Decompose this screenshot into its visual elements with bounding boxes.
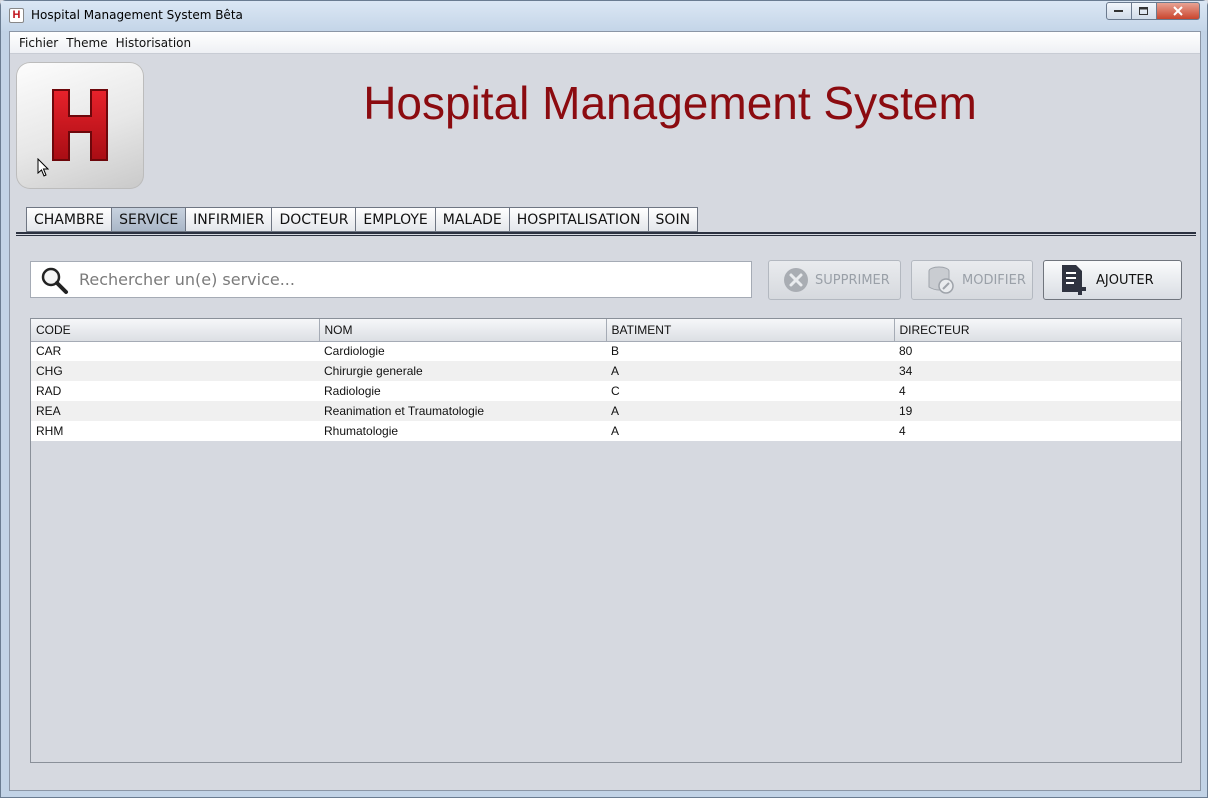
- minimize-icon: [1114, 10, 1123, 12]
- client-area: Fichier Theme Historisation Hospital Manag…: [9, 31, 1201, 791]
- page-title: Hospital Management System: [363, 77, 977, 129]
- table-row[interactable]: CAR Cardiologie B 80: [31, 341, 1181, 361]
- close-button[interactable]: [1157, 2, 1200, 20]
- table-header-row: CODE NOM BATIMENT DIRECTEUR: [31, 319, 1182, 342]
- table-cell: 80: [894, 341, 1181, 361]
- table-row[interactable]: CHG Chirurgie generale A 34: [31, 361, 1181, 381]
- column-header-batiment[interactable]: BATIMENT: [606, 319, 895, 342]
- column-header-code[interactable]: CODE: [31, 319, 320, 342]
- mouse-cursor-icon: [37, 158, 49, 177]
- tab-chambre[interactable]: CHAMBRE: [26, 207, 112, 232]
- menu-item-theme[interactable]: Theme: [66, 36, 107, 50]
- tab-soin[interactable]: SOIN: [647, 207, 699, 232]
- table-cell: A: [606, 421, 894, 441]
- tab-service[interactable]: SERVICE: [111, 207, 186, 232]
- maximize-button[interactable]: [1132, 2, 1157, 20]
- maximize-icon: [1139, 6, 1148, 15]
- table-cell: 34: [894, 361, 1181, 381]
- window-controls: [1106, 2, 1200, 20]
- table-cell: 4: [894, 381, 1181, 401]
- edit-button[interactable]: MODIFIER: [911, 260, 1033, 300]
- table-cell: Reanimation et Traumatologie: [319, 401, 606, 421]
- tab-bar: CHAMBRE SERVICE INFIRMIER DOCTEUR EMPLOYE MAL…: [26, 207, 699, 232]
- close-icon: [1173, 6, 1183, 16]
- search-input[interactable]: [79, 270, 719, 289]
- column-header-nom[interactable]: NOM: [319, 319, 607, 342]
- table-cell: CAR: [31, 341, 319, 361]
- table-cell: CHG: [31, 361, 319, 381]
- search-box[interactable]: [30, 261, 752, 298]
- hospital-logo: [16, 62, 144, 189]
- menu-item-historisation[interactable]: Historisation: [116, 36, 192, 50]
- edit-button-label: MODIFIER: [962, 272, 1026, 288]
- tab-separator: [16, 232, 1196, 236]
- table-cell: REA: [31, 401, 319, 421]
- table-cell: 4: [894, 421, 1181, 441]
- search-icon: [41, 267, 68, 294]
- add-document-icon: [1062, 265, 1086, 295]
- add-button-label: AJOUTER: [1096, 272, 1154, 288]
- add-button[interactable]: AJOUTER: [1043, 260, 1182, 300]
- table-cell: Rhumatologie: [319, 421, 606, 441]
- delete-button[interactable]: SUPPRIMER: [768, 260, 901, 300]
- column-header-directeur[interactable]: DIRECTEUR: [894, 319, 1182, 342]
- tab-infirmier[interactable]: INFIRMIER: [185, 207, 272, 232]
- table-cell: A: [606, 361, 894, 381]
- table-row[interactable]: RAD Radiologie C 4: [31, 381, 1181, 401]
- menu-bar: Fichier Theme Historisation: [10, 32, 1200, 54]
- app-window: H Hospital Management System Bêta Fichie…: [0, 0, 1208, 798]
- table-cell: Radiologie: [319, 381, 606, 401]
- database-edit-icon: [928, 266, 954, 294]
- table-row[interactable]: REA Reanimation et Traumatologie A 19: [31, 401, 1181, 421]
- tab-docteur[interactable]: DOCTEUR: [271, 207, 356, 232]
- tab-employe[interactable]: EMPLOYE: [355, 207, 435, 232]
- services-table: CODE NOM BATIMENT DIRECTEUR CAR Cardiologie B…: [30, 318, 1182, 763]
- table-cell: Cardiologie: [319, 341, 606, 361]
- title-bar[interactable]: H Hospital Management System Bêta: [1, 1, 1207, 31]
- table-row[interactable]: RHM Rhumatologie A 4: [31, 421, 1181, 441]
- menu-item-fichier[interactable]: Fichier: [19, 36, 58, 50]
- tab-hospitalisation[interactable]: HOSPITALISATION: [508, 207, 648, 232]
- table-cell: Chirurgie generale: [319, 361, 606, 381]
- table-cell: RHM: [31, 421, 319, 441]
- minimize-button[interactable]: [1106, 2, 1132, 20]
- app-icon: H: [9, 8, 24, 23]
- hospital-h-icon: [52, 89, 108, 161]
- delete-button-label: SUPPRIMER: [815, 272, 890, 288]
- window-title: Hospital Management System Bêta: [31, 8, 243, 22]
- table-cell: B: [606, 341, 894, 361]
- table-cell: C: [606, 381, 894, 401]
- tab-malade[interactable]: MALADE: [434, 207, 509, 232]
- delete-icon: [784, 268, 808, 292]
- table-cell: 19: [894, 401, 1181, 421]
- table-cell: RAD: [31, 381, 319, 401]
- table-cell: A: [606, 401, 894, 421]
